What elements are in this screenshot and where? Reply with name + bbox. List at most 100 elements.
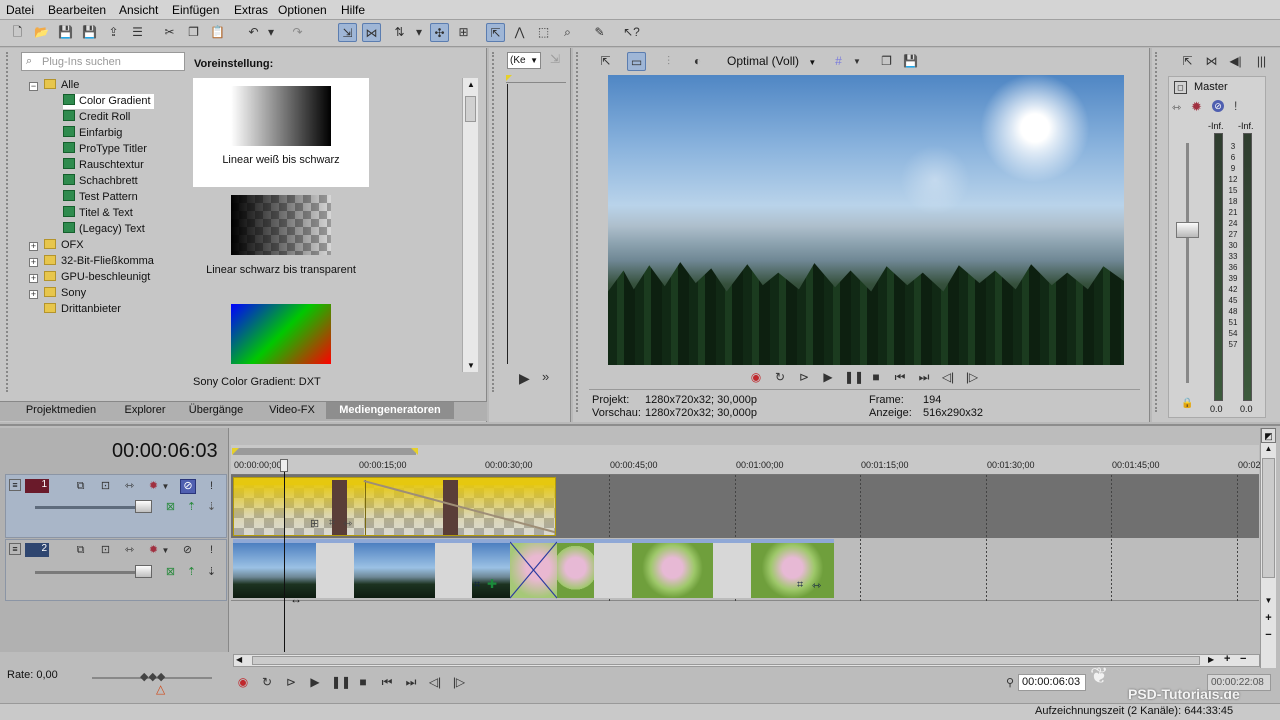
scroll-down-icon[interactable]: ▼ xyxy=(463,361,479,370)
event-crop-icon[interactable]: ⌗ xyxy=(329,517,335,530)
tab-projektmedien[interactable]: Projektmedien xyxy=(20,402,102,419)
crossfade-icon[interactable]: ✣ xyxy=(430,23,449,42)
tree-item-generator[interactable]: Rauschtextur xyxy=(63,158,144,173)
scroll-up-icon[interactable]: ▲ xyxy=(463,80,479,89)
tree-item-generator[interactable]: Schachbrett xyxy=(63,174,138,189)
trimmer-play-icon[interactable]: ▶ xyxy=(519,370,530,387)
loop-region-bar[interactable] xyxy=(233,448,416,455)
track-motion-icon[interactable]: ⧉ xyxy=(73,543,88,558)
tree-item-generator[interactable]: Credit Roll xyxy=(63,110,130,125)
master-fader-thumb[interactable] xyxy=(1176,222,1199,238)
forest-video-event[interactable] xyxy=(233,543,316,598)
grid-dropdown-icon[interactable]: ▼ xyxy=(852,52,862,71)
cut-icon[interactable]: ✂ xyxy=(160,23,179,42)
menu-bearbeiten[interactable]: Bearbeiten xyxy=(48,3,106,17)
tree-item-folder[interactable]: GPU-beschleunigt xyxy=(44,270,150,285)
trimmer-more-icon[interactable]: » xyxy=(542,369,549,384)
selection-tool-icon[interactable]: ⬚ xyxy=(534,23,553,42)
play-icon[interactable]: ▶ xyxy=(820,369,836,385)
hzoom-in-icon[interactable]: + xyxy=(1224,653,1230,665)
tree-item-folder[interactable]: 32-Bit-Fließkomma xyxy=(44,254,154,269)
tree-item-generator[interactable]: Color Gradient xyxy=(63,94,154,109)
preset-tile[interactable]: Linear schwarz bis transparent xyxy=(193,188,369,288)
tree-item-folder[interactable]: OFX xyxy=(44,238,84,253)
tree-item-generator[interactable]: ProType Titler xyxy=(63,142,147,157)
save-as-icon[interactable]: 💾 xyxy=(80,23,99,42)
loop-icon[interactable]: ↻ xyxy=(772,369,788,385)
go-to-end-icon[interactable]: ⏭ xyxy=(916,369,932,385)
master-icon[interactable]: ◻ xyxy=(1174,81,1187,94)
hscroll-left-icon[interactable]: ◀ xyxy=(236,655,242,664)
vscroll-up-icon[interactable]: ▲ xyxy=(1261,444,1276,453)
render-icon[interactable]: ⇪ xyxy=(104,23,123,42)
new-icon[interactable]: 🗋 xyxy=(8,23,27,42)
tree-item-generator[interactable]: (Legacy) Text xyxy=(63,222,145,237)
copy-icon[interactable]: ❐ xyxy=(184,23,203,42)
tree-item-generator[interactable]: Test Pattern xyxy=(63,190,138,205)
position-timecode[interactable]: 00:00:06:03 xyxy=(1018,674,1086,691)
split-screen-icon[interactable]: ⫶ xyxy=(659,52,678,71)
preview-grip[interactable] xyxy=(576,52,581,412)
track-pan-icon[interactable]: ⇿ xyxy=(122,479,137,494)
scroll-thumb[interactable] xyxy=(465,96,476,122)
lock-envelopes-icon[interactable]: ⇅ xyxy=(390,23,409,42)
track-mute-icon[interactable]: ⊘ xyxy=(180,543,195,558)
selection-end-timecode[interactable]: 00:00:22:08 xyxy=(1207,674,1271,691)
track-comp-mode-icon[interactable]: ⊠ xyxy=(163,565,178,580)
go-to-end-icon[interactable]: ⏭ xyxy=(403,674,419,690)
event-crop-icon[interactable]: ⌗ xyxy=(474,579,480,592)
preset-tile[interactable] xyxy=(193,298,369,372)
overlays-icon[interactable]: ◐ xyxy=(688,52,707,71)
loop-end-marker-icon[interactable] xyxy=(411,448,418,455)
panel-grip[interactable] xyxy=(6,52,11,392)
loop-icon[interactable]: ↻ xyxy=(259,674,275,690)
expand-icon[interactable]: + xyxy=(29,274,38,283)
help-pointer-icon[interactable]: ↖? xyxy=(622,23,641,42)
stop-icon[interactable]: ■ xyxy=(355,674,371,690)
dim-output-icon[interactable]: ◀| xyxy=(1226,52,1245,71)
collapse-icon[interactable]: − xyxy=(29,82,38,91)
track-fx-icon[interactable]: ✹ xyxy=(146,543,161,558)
tab-video-fx[interactable]: Video-FX xyxy=(262,402,322,419)
auto-ripple-icon[interactable]: ⋈ xyxy=(362,23,381,42)
lock-icon[interactable]: 🔒 xyxy=(1181,398,1193,409)
event-fx-icon[interactable]: ✚ xyxy=(487,577,497,591)
track-fx-dropdown-icon[interactable]: ▼ xyxy=(161,479,170,494)
track-level-thumb[interactable] xyxy=(135,565,152,578)
menu-extras[interactable]: Extras xyxy=(234,3,268,17)
stop-icon[interactable]: ■ xyxy=(868,369,884,385)
trimmer-grip[interactable] xyxy=(492,52,497,392)
zoom-in-icon[interactable]: + xyxy=(1261,612,1276,624)
loop-start-marker-icon[interactable] xyxy=(232,448,239,455)
trimmer-add-icon[interactable]: ⇲ xyxy=(547,52,563,68)
track-pan-icon[interactable]: ⇿ xyxy=(122,543,137,558)
zoom-out-icon[interactable]: − xyxy=(1261,629,1276,641)
tree-item-folder[interactable]: Drittanbieter xyxy=(44,302,121,317)
play-from-start-icon[interactable]: ⊳ xyxy=(283,674,299,690)
vscroll-thumb[interactable] xyxy=(1262,458,1275,578)
ignore-grouping-icon[interactable]: ⊞ xyxy=(454,23,473,42)
event-pan-icon[interactable]: ⇿ xyxy=(812,579,821,592)
hscroll-right-icon[interactable]: ▶ xyxy=(1208,655,1214,664)
next-frame-icon[interactable]: |▷ xyxy=(451,674,467,690)
previous-frame-icon[interactable]: ◁| xyxy=(940,369,956,385)
track-composite-icon[interactable]: ⊡ xyxy=(98,479,113,494)
playhead-handle[interactable] xyxy=(280,459,288,472)
go-to-start-icon[interactable]: ⏮ xyxy=(892,369,908,385)
track-solo-icon[interactable]: ! xyxy=(204,543,219,558)
normal-edit-tool-icon[interactable]: ⇱ xyxy=(486,23,505,42)
zoom-tool-icon[interactable]: ⌕ xyxy=(558,23,577,42)
properties-icon[interactable]: ☰ xyxy=(128,23,147,42)
preset-scrollbar[interactable]: ▲ ▼ xyxy=(462,78,478,372)
save-snapshot-icon[interactable]: 💾 xyxy=(901,52,920,71)
flower-video-event[interactable] xyxy=(751,543,834,598)
record-icon[interactable]: ◉ xyxy=(235,674,251,690)
forest-video-event[interactable] xyxy=(354,543,435,598)
tree-item-alle[interactable]: Alle xyxy=(44,78,79,93)
vscroll-down-icon[interactable]: ▼ xyxy=(1261,596,1276,605)
play-from-start-icon[interactable]: ⊳ xyxy=(796,369,812,385)
track-fx-icon[interactable]: ✹ xyxy=(146,479,161,494)
flower-video-event[interactable] xyxy=(632,543,713,598)
expand-icon[interactable]: + xyxy=(29,258,38,267)
gradient-event[interactable]: ⊞ ⌗ ⇿ xyxy=(233,477,556,536)
